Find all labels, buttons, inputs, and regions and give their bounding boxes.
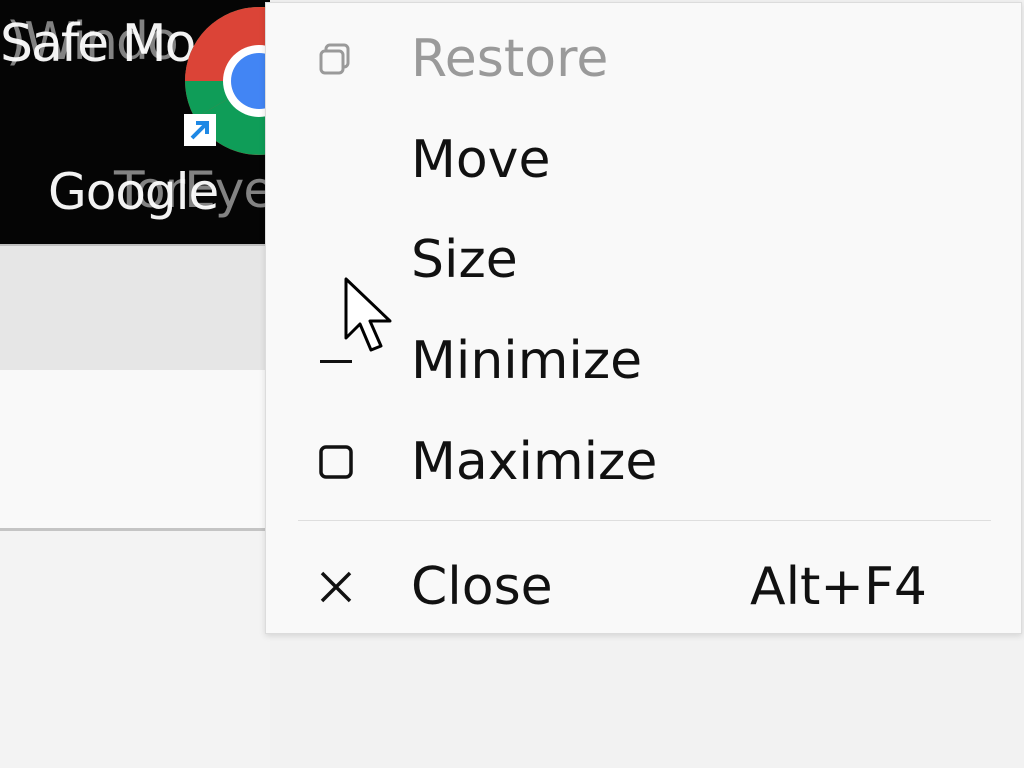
menu-item-label: Size xyxy=(411,230,518,290)
close-icon xyxy=(320,571,352,603)
menu-item-minimize[interactable]: Minimize xyxy=(266,311,1021,411)
background-pane xyxy=(0,246,270,370)
screen: )Windo Safe Mode TorEye Google Restore M… xyxy=(0,0,1024,768)
menu-item-accelerator: Alt+F4 xyxy=(750,557,927,617)
menu-item-size[interactable]: Size xyxy=(266,210,1021,310)
background-pane xyxy=(0,370,270,531)
window-system-menu: Restore Move Size Minimize Maximize Clos xyxy=(265,2,1022,634)
minimize-icon xyxy=(320,360,352,363)
menu-item-label: Minimize xyxy=(411,331,643,391)
maximize-icon xyxy=(319,445,353,479)
menu-item-label: Close xyxy=(411,557,553,617)
menu-separator xyxy=(298,520,991,521)
restore-icon xyxy=(319,43,350,75)
background-pane xyxy=(0,531,270,768)
shortcut-arrow-icon xyxy=(184,114,216,146)
menu-item-label: Move xyxy=(411,130,551,190)
menu-item-label: Restore xyxy=(411,29,609,89)
desktop-area: )Windo Safe Mode TorEye Google xyxy=(0,0,270,246)
menu-item-label: Maximize xyxy=(411,432,658,492)
menu-item-move[interactable]: Move xyxy=(266,110,1021,210)
desktop-icon-label[interactable]: Google xyxy=(48,162,219,222)
menu-item-maximize[interactable]: Maximize xyxy=(266,412,1021,512)
menu-item-close[interactable]: Close Alt+F4 xyxy=(266,537,1021,637)
menu-item-restore[interactable]: Restore xyxy=(266,9,1021,109)
